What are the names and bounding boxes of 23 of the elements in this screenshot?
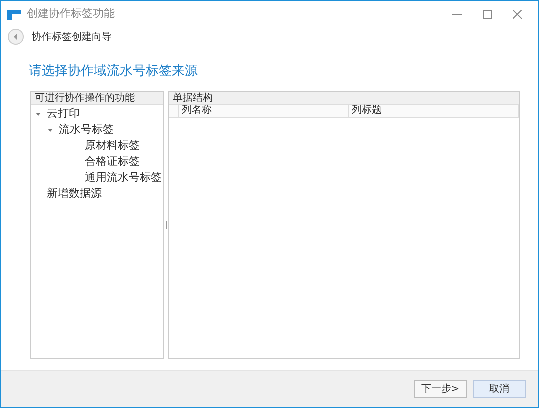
wizard-title: 协作标签创建向导 — [32, 30, 112, 44]
tree-item[interactable]: 原材料标签 — [71, 138, 140, 154]
expanded-caret-icon[interactable] — [35, 112, 42, 116]
tree-item[interactable]: 新增数据源 — [47, 186, 102, 202]
tree-item[interactable]: 通用流水号标签 — [71, 170, 162, 186]
column-header[interactable]: 列名称 — [179, 105, 349, 117]
back-arrow-icon — [12, 33, 20, 41]
back-button[interactable] — [8, 29, 24, 45]
next-button[interactable]: 下一步> — [414, 380, 467, 398]
maximize-icon — [482, 10, 492, 19]
panel-header: 单据结构 — [169, 92, 519, 105]
app-logo-icon — [7, 10, 21, 20]
panel-header: 可进行协作操作的功能 — [31, 92, 164, 105]
page-heading: 请选择协作域流水号标签来源 — [29, 63, 199, 81]
window-title: 创建协作标签功能 — [27, 6, 115, 22]
close-icon — [512, 10, 522, 19]
column-header[interactable]: 列标题 — [349, 105, 519, 117]
expanded-caret-icon[interactable] — [47, 128, 54, 132]
tree-item[interactable]: 合格证标签 — [71, 154, 140, 170]
cancel-button[interactable]: 取消 — [473, 380, 526, 398]
tree-item[interactable]: 云打印 — [47, 106, 80, 122]
minimize-icon — [452, 14, 462, 15]
tree-item[interactable]: 流水号标签 — [59, 122, 114, 138]
